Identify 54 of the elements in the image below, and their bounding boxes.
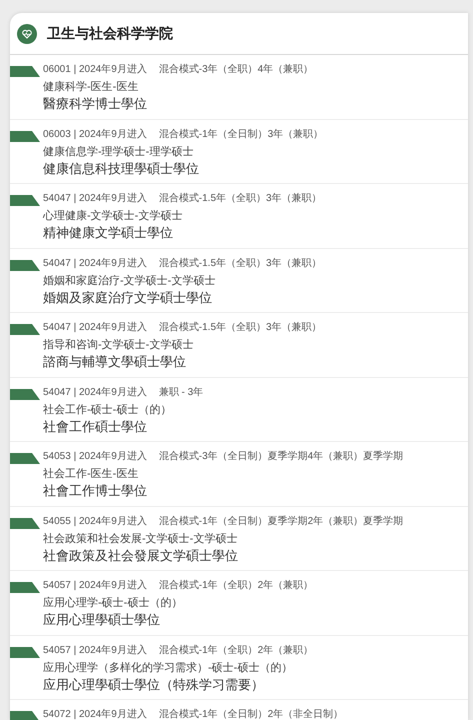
programme-title[interactable]: 社會工作博士學位 [43,482,147,499]
tag-icon [10,195,40,206]
programme-title[interactable]: 健康信息科技理學碩士學位 [43,160,199,176]
study-mode: 混合模式-1年（全职）2年（兼职） [158,644,314,658]
programme-title[interactable]: 社會工作碩士學位 [43,418,147,434]
intake-text: 06003 | 2024年9月进入 [43,128,147,142]
intake-text: 54053 | 2024年9月进入 [43,450,147,464]
tag-icon [10,453,40,464]
tag-icon [10,646,40,658]
study-mode: 混合模式-1年（全日制）夏季学期2年（兼职）夏季学期 [158,514,404,528]
programme-subtitle: 健康信息学-理学硕士-理学硕士 [43,144,194,160]
study-mode: 混合模式-1年（全日制）2年（非全日制） [158,708,344,720]
study-mode: 兼职 - 3年 [158,386,204,400]
programme-title[interactable]: 应用心理學碩士學位 [43,611,160,628]
programme-subtitle: 指导和咨询-文学硕士-文学硕士 [43,338,194,353]
study-mode: 混合模式-3年（全职）4年（兼职） [158,63,314,77]
faculty-title: 卫生与社会科学学院 [47,24,173,43]
study-mode: 混合模式-1年（全职）2年（兼职） [158,579,314,593]
programme-title[interactable]: 婚姻及家庭治疗文学碩士學位 [43,288,212,306]
programme-subtitle: 应用心理学-硕士-硕士（的） [43,596,182,611]
intake-text: 54057 | 2024年9月进入 [43,644,147,658]
programme-title[interactable]: 社會政策及社会發展文学碩士學位 [43,546,238,564]
intake-text: 54072 | 2024年9月进入 [43,708,147,720]
study-mode: 混合模式-1.5年（全职）3年（兼职） [158,192,322,206]
study-mode: 混合模式-1年（全日制）3年（兼职） [158,128,324,142]
programme-subtitle: 社会政策和社会发展-文学硕士-文学硕士 [43,532,238,546]
intake-text: 54057 | 2024年9月进入 [43,579,147,593]
programme-title[interactable]: 醫療科学博士學位 [43,95,147,112]
tag-icon [10,324,40,335]
programme-subtitle: 健康科学-医生-医生 [43,80,138,95]
programme-subtitle: 社会工作-硕士-硕士（的） [43,402,172,418]
programme-title[interactable]: 应用心理學碩士學位（特殊学习需要） [43,676,264,692]
study-mode: 混合模式-1.5年（全职）3年（兼职） [158,256,322,270]
tag-icon [10,518,40,528]
tag-icon [10,711,40,720]
intake-text: 06001 | 2024年9月进入 [43,63,147,77]
programme-subtitle: 婚姻和家庭治疗-文学硕士-文学硕士 [43,274,216,288]
intake-text: 54047 | 2024年9月进入 [43,386,147,400]
tag-icon [10,582,40,593]
study-mode: 混合模式-1.5年（全职）3年（兼职） [158,321,322,335]
tag-icon [10,260,40,270]
programme-subtitle: 应用心理学（多样化的学习需求）-硕士-硕士（的） [43,660,292,676]
programme-subtitle: 心理健康-文学硕士-文学硕士 [43,208,182,224]
programme-title[interactable]: 精神健康文学碩士學位 [43,224,173,241]
study-mode: 混合模式-3年（全日制）夏季学期4年（兼职）夏季学期 [158,450,404,464]
tag-icon [10,66,40,77]
tag-icon [10,388,40,400]
intake-text: 54047 | 2024年9月进入 [43,321,147,335]
intake-text: 54055 | 2024年9月进入 [43,514,147,528]
tag-icon [10,130,40,142]
programme-title[interactable]: 諮商与輔導文學碩士學位 [43,353,186,370]
intake-text: 54047 | 2024年9月进入 [43,256,147,270]
programme-subtitle: 社会工作-医生-医生 [43,467,138,482]
intake-text: 54047 | 2024年9月进入 [43,192,147,206]
